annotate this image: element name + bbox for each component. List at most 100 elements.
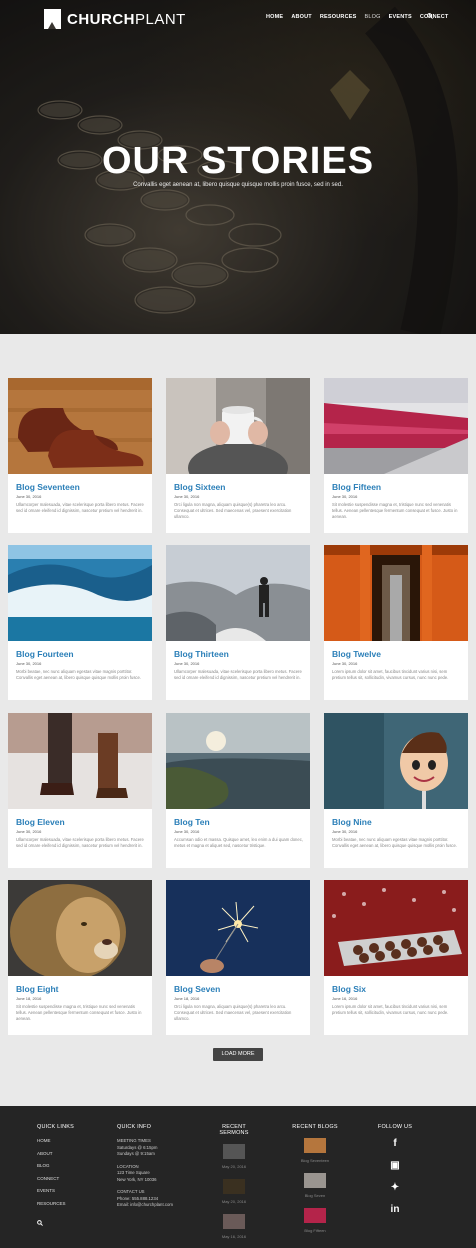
- nav-connect[interactable]: CONNECT: [420, 14, 449, 20]
- footer-heading: QUICK LINKS: [37, 1124, 75, 1130]
- blog-card[interactable]: Blog Seventeen June 30, 2016 Ullamcorper…: [8, 378, 152, 533]
- footer-link-about[interactable]: ABOUT: [37, 1151, 74, 1156]
- blog-excerpt: Orci ligula non magna, aliquam quisque(s…: [174, 1004, 292, 1021]
- blog-image-hiker[interactable]: [166, 545, 310, 641]
- footer-follow-us: FOLLOW US f ▣ ✦ in: [377, 1124, 413, 1226]
- blog-excerpt: Lorem ipsum dolor sit amet, faucibus tin…: [332, 1004, 449, 1015]
- contact-email[interactable]: Email: info@churchplant.com: [117, 1202, 173, 1209]
- blog-title[interactable]: Blog Ten: [174, 817, 210, 827]
- blog-title[interactable]: Blog Fourteen: [16, 649, 74, 659]
- blog-date: June 30, 2016: [174, 829, 200, 834]
- blog-date: June 16, 2016: [332, 996, 358, 1001]
- nav-home[interactable]: HOME: [266, 14, 283, 20]
- sermon-thumbnail[interactable]: [223, 1144, 245, 1159]
- blog-image-boots[interactable]: [8, 713, 152, 809]
- footer-link-home[interactable]: HOME: [37, 1138, 74, 1143]
- blog-card[interactable]: Blog Fourteen June 30, 2016 Morbi beatae…: [8, 545, 152, 700]
- footer-recent-blogs: RECENT BLOGS Blog Seventeen Blog Seven B…: [292, 1124, 338, 1243]
- blog-thumbnail[interactable]: [304, 1208, 326, 1223]
- logo-mark-icon: [44, 9, 61, 29]
- blog-title[interactable]: Blog Seventeen: [16, 482, 80, 492]
- footer-search-icon[interactable]: [37, 1220, 43, 1226]
- blog-card[interactable]: Blog Nine June 30, 2016 Morbi beatae, ne…: [324, 713, 468, 868]
- blog-excerpt: Ullamcorper malesuada, vitae scelerisque…: [16, 502, 144, 513]
- blog-thumbnail[interactable]: [304, 1173, 326, 1188]
- recent-blog-title[interactable]: Blog Seven: [292, 1193, 338, 1198]
- logo-text: CHURCHPLANT: [67, 10, 186, 28]
- blog-date: June 18, 2016: [174, 996, 200, 1001]
- sermon-date[interactable]: May 20, 2016: [208, 1199, 260, 1204]
- blog-date: June 30, 2016: [174, 661, 200, 666]
- blog-card[interactable]: Blog Sixteen June 30, 2016 Orci ligula n…: [166, 378, 310, 533]
- sermon-date[interactable]: May 20, 2016: [208, 1164, 260, 1169]
- blog-title[interactable]: Blog Sixteen: [174, 482, 225, 492]
- blog-image-coast[interactable]: [166, 713, 310, 809]
- footer-link-resources[interactable]: RESOURCES: [37, 1201, 74, 1206]
- blog-date: June 30, 2016: [16, 829, 42, 834]
- page-subtitle: Convallis eget aenean at, libero quisque…: [133, 182, 343, 188]
- nav-events[interactable]: EVENTS: [389, 14, 412, 20]
- facebook-icon[interactable]: f: [377, 1138, 413, 1149]
- footer-link-connect[interactable]: CONNECT: [37, 1176, 74, 1181]
- nav-blog[interactable]: BLOG: [365, 14, 381, 20]
- blog-date: June 30, 2016: [174, 494, 200, 499]
- nav-resources[interactable]: RESOURCES: [320, 14, 357, 20]
- load-more-button[interactable]: LOAD MORE: [213, 1048, 263, 1061]
- recent-blog-title[interactable]: Blog Fifteen: [292, 1228, 338, 1233]
- nav-about[interactable]: ABOUT: [291, 14, 312, 20]
- footer-link-events[interactable]: EVENTS: [37, 1188, 74, 1193]
- blog-excerpt: Ullamcorper malesuada, vitae scelerisque…: [16, 837, 144, 848]
- blog-excerpt: Sit molestie suspendisse magna et, trist…: [16, 1004, 142, 1021]
- blog-title[interactable]: Blog Seven: [174, 984, 220, 994]
- page-title: OUR STORIES: [101, 140, 375, 182]
- blog-thumbnail[interactable]: [304, 1138, 326, 1153]
- blog-excerpt: Orci ligula non magna, aliquam quisque(s…: [174, 502, 292, 519]
- blog-date: June 30, 2016: [16, 494, 42, 499]
- blog-card[interactable]: Blog Six June 16, 2016 Lorem ipsum dolor…: [324, 880, 468, 1035]
- blog-image-torii[interactable]: [324, 545, 468, 641]
- blog-card[interactable]: Blog Thirteen June 30, 2016 Ullamcorper …: [166, 545, 310, 700]
- twitter-icon[interactable]: ✦: [377, 1182, 413, 1193]
- blog-title[interactable]: Blog Eight: [16, 984, 59, 994]
- footer-heading: QUICK INFO: [117, 1124, 152, 1130]
- blog-image-mug[interactable]: [166, 378, 310, 474]
- linkedin-icon[interactable]: in: [377, 1204, 413, 1215]
- site-logo[interactable]: CHURCHPLANT: [44, 9, 186, 29]
- blog-excerpt: Morbi beatae, nec nunc aliquam egestas v…: [16, 669, 142, 680]
- blog-date: June 18, 2016: [16, 996, 42, 1001]
- blog-image-sparkler[interactable]: [166, 880, 310, 976]
- blog-card[interactable]: Blog Eleven June 30, 2016 Ullamcorper ma…: [8, 713, 152, 868]
- blog-card[interactable]: Blog Twelve June 30, 2016 Lorem ipsum do…: [324, 545, 468, 700]
- blog-image-lion[interactable]: [8, 880, 152, 976]
- blog-card[interactable]: Blog Ten June 30, 2016 Accumsan odio et …: [166, 713, 310, 868]
- blog-title[interactable]: Blog Eleven: [16, 817, 65, 827]
- blog-title[interactable]: Blog Nine: [332, 817, 372, 827]
- blog-card[interactable]: Blog Eight June 18, 2016 Sit molestie su…: [8, 880, 152, 1035]
- sermon-thumbnail[interactable]: [223, 1179, 245, 1194]
- instagram-icon[interactable]: ▣: [377, 1160, 413, 1171]
- blog-image-cookies[interactable]: [324, 880, 468, 976]
- footer-recent-sermons: RECENT SERMONS May 20, 2016 May 20, 2016…: [208, 1124, 260, 1248]
- blog-image-wave[interactable]: [8, 545, 152, 641]
- footer-heading: FOLLOW US: [377, 1124, 413, 1130]
- blog-title[interactable]: Blog Six: [332, 984, 366, 994]
- blog-card[interactable]: Blog Seven June 18, 2016 Orci ligula non…: [166, 880, 310, 1035]
- sermon-thumbnail[interactable]: [223, 1214, 245, 1229]
- site-footer: QUICK LINKS HOME ABOUT BLOG CONNECT EVEN…: [0, 1106, 476, 1248]
- footer-link-blog[interactable]: BLOG: [37, 1163, 74, 1168]
- blog-image-shoes[interactable]: [8, 378, 152, 474]
- blog-title[interactable]: Blog Twelve: [332, 649, 381, 659]
- blog-title[interactable]: Blog Thirteen: [174, 649, 229, 659]
- sermon-date[interactable]: May 16, 2016: [208, 1234, 260, 1239]
- blog-date: June 30, 2016: [16, 661, 42, 666]
- blog-card[interactable]: Blog Fifteen June 30, 2016 Sit molestie …: [324, 378, 468, 533]
- blog-excerpt: Morbi beatae, nec nunc aliquam egestas v…: [332, 837, 458, 848]
- search-icon[interactable]: [427, 13, 433, 19]
- main-nav: HOME ABOUT RESOURCES BLOG EVENTS CONNECT: [266, 14, 448, 20]
- hero-banner: CHURCHPLANT HOME ABOUT RESOURCES BLOG EV…: [0, 0, 476, 334]
- blog-image-toy[interactable]: [324, 713, 468, 809]
- blog-image-train[interactable]: [324, 378, 468, 474]
- blog-title[interactable]: Blog Fifteen: [332, 482, 381, 492]
- recent-blog-title[interactable]: Blog Seventeen: [292, 1158, 338, 1163]
- footer-heading: RECENT SERMONS: [219, 1124, 249, 1136]
